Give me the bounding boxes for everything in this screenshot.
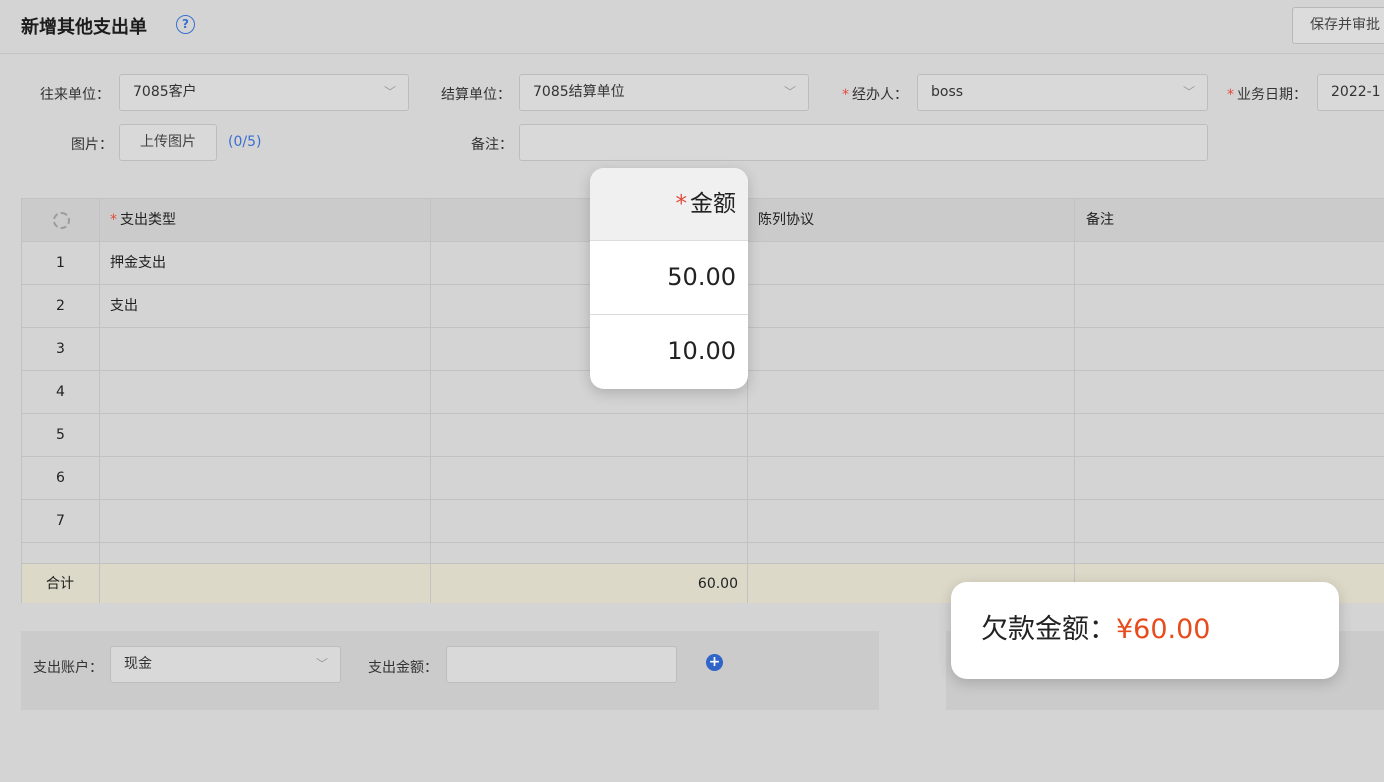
row-index: 1 [56, 255, 65, 271]
note-input[interactable] [519, 124, 1208, 161]
table-row[interactable]: 7 [22, 500, 1384, 543]
chevron-down-icon: ﹀ [783, 85, 796, 99]
partner-label: 往来单位： [40, 87, 110, 103]
amount-cell[interactable]: 50.00 [590, 241, 748, 314]
column-divider [430, 199, 431, 603]
row-index: 6 [56, 470, 65, 486]
date-label: * 业务日期： [1227, 84, 1307, 104]
row-index: 2 [56, 298, 65, 314]
handler-label-text: 经办人： [852, 87, 908, 103]
date-label-text: 业务日期： [1237, 87, 1307, 103]
amount-cell[interactable]: 10.00 [590, 315, 748, 388]
column-header-type: * 支出类型 [110, 199, 176, 242]
column-header-type-text: 支出类型 [120, 212, 176, 228]
total-label: 合计 [46, 576, 74, 592]
debt-callout: 欠款金额：¥60.00 [951, 582, 1339, 679]
debt-amount: ¥60.00 [1116, 614, 1211, 645]
row-type[interactable]: 押金支出 [110, 242, 166, 285]
column-header-note: 备注 [1086, 212, 1114, 228]
chevron-down-icon: ﹀ [315, 657, 328, 671]
date-value: 2022-1 [1331, 84, 1381, 100]
row-type[interactable]: 支出 [110, 285, 138, 328]
amount-column-header: 金额 [690, 191, 736, 217]
help-icon[interactable]: ? [176, 15, 195, 34]
partner-select[interactable]: 7085客户 ﹀ [119, 74, 409, 111]
partner-value: 7085客户 [133, 84, 197, 100]
column-divider [1074, 199, 1075, 603]
handler-value: boss [931, 84, 964, 100]
pay-amount-input[interactable] [446, 646, 677, 683]
account-value: 现金 [124, 656, 152, 672]
table-row[interactable]: 6 [22, 457, 1384, 500]
required-mark: * [842, 87, 849, 103]
date-field[interactable]: 2022-1 [1317, 74, 1384, 111]
column-header-display: 陈列协议 [758, 212, 814, 228]
callout-header: * 金额 [590, 168, 748, 241]
required-mark: * [1227, 87, 1234, 103]
row-index: 5 [56, 427, 65, 443]
note-label: 备注： [471, 137, 513, 153]
add-payment-icon[interactable]: + [706, 654, 723, 671]
pay-amount-label: 支出金额： [368, 660, 438, 676]
column-divider [99, 199, 100, 603]
settle-select[interactable]: 7085结算单位 ﹀ [519, 74, 809, 111]
debt-label: 欠款金额： [981, 614, 1116, 645]
row-index: 3 [56, 341, 65, 357]
chevron-down-icon: ﹀ [1182, 85, 1195, 99]
settle-label: 结算单位： [441, 87, 511, 103]
required-mark: * [675, 191, 688, 217]
chevron-down-icon: ﹀ [383, 85, 396, 99]
account-select[interactable]: 现金 ﹀ [110, 646, 341, 683]
total-amount: 60.00 [697, 576, 738, 592]
required-mark: * [110, 212, 117, 228]
upload-image-button[interactable]: 上传图片 [119, 124, 217, 161]
table-row[interactable]: 5 [22, 414, 1384, 457]
gear-icon[interactable] [53, 212, 70, 229]
amount-column-callout: * 金额 50.00 10.00 [590, 168, 748, 389]
handler-select[interactable]: boss ﹀ [917, 74, 1208, 111]
page-header: 新增其他支出单 ? 保存并审批 [0, 0, 1384, 54]
page-title: 新增其他支出单 [21, 17, 147, 38]
image-label: 图片： [71, 137, 113, 153]
handler-label: * 经办人： [842, 84, 908, 104]
row-index: 4 [56, 384, 65, 400]
save-and-approve-button[interactable]: 保存并审批 [1292, 7, 1384, 44]
row-index: 7 [56, 513, 65, 529]
settle-value: 7085结算单位 [533, 84, 625, 100]
upload-count: (0/5) [228, 134, 262, 150]
account-label: 支出账户： [33, 660, 103, 676]
